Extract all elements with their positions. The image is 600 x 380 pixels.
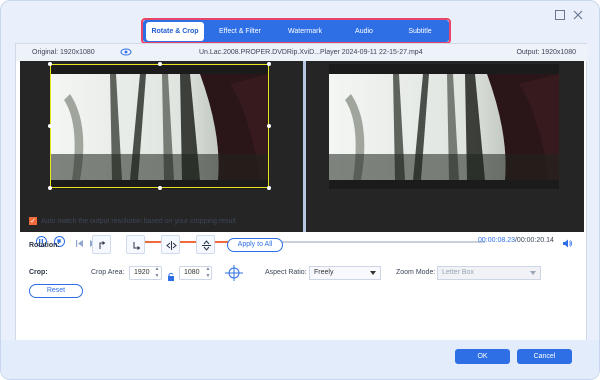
flip-vertical-button[interactable] [196,235,215,254]
editor-panel: Original: 1920x1080 Un.Lac.2008.PROPER.D… [15,43,588,368]
aspect-ratio-select[interactable]: Freely [309,266,381,280]
chevron-down-icon [530,271,536,275]
auto-match-option[interactable]: ✓ Auto match the output resolution based… [29,217,236,225]
aspect-ratio-label: Aspect Ratio: [265,269,307,276]
crop-handle-bottom-right[interactable] [267,186,271,190]
preview-divider [303,61,306,232]
rotate-left-button[interactable] [92,235,111,254]
flip-horizontal-button[interactable] [161,235,180,254]
ok-button[interactable]: OK [455,349,510,364]
dialog-window: Rotate & Crop Effect & Filter Watermark … [0,0,600,380]
minimize-icon[interactable] [553,9,567,23]
cancel-button[interactable]: Cancel [517,349,572,364]
crop-handle-bottom-left[interactable] [48,186,52,190]
output-resolution: Output: 1920x1080 [516,49,576,56]
lock-icon[interactable] [167,268,175,286]
crop-area-label: Crop Area: [91,269,125,276]
total-time: /00:00:20.14 [514,237,554,244]
file-name: Un.Lac.2008.PROPER.DVDRip.XviD...Player … [199,49,423,56]
crop-handle-left[interactable] [48,124,52,128]
rotation-label: Rotation: [29,242,60,249]
timeline-slider[interactable] [128,238,485,245]
zoom-mode-value: Letter Box [442,269,474,276]
volume-icon[interactable] [562,236,573,248]
output-video-frame [329,64,559,189]
auto-match-checkbox[interactable]: ✓ [29,217,37,225]
aspect-ratio-value: Freely [314,269,334,276]
original-resolution: Original: 1920x1080 [32,49,95,56]
crop-handle-right[interactable] [267,124,271,128]
crop-height-stepper[interactable]: ▲ ▼ [204,266,212,280]
info-bar: Original: 1920x1080 Un.Lac.2008.PROPER.D… [16,44,588,61]
eye-icon[interactable] [120,47,132,57]
video-preview [20,61,584,232]
rotate-right-button[interactable] [126,235,145,254]
close-icon[interactable] [571,9,585,23]
crop-handle-top-left[interactable] [48,62,52,66]
zoom-mode-select: Letter Box [437,266,541,280]
crop-handle-bottom[interactable] [158,186,162,190]
current-time: 00:00:08.23 [478,237,515,244]
crop-label: Crop: [29,269,48,276]
tabs-highlight-box [141,18,451,44]
chevron-down-icon [370,271,376,275]
zoom-mode-label: Zoom Mode: [396,269,436,276]
apply-to-all-button[interactable]: Apply to All [227,238,283,252]
crop-selection-box[interactable] [48,62,271,190]
auto-match-label: Auto match the output resolution based o… [41,217,236,225]
footer-bar [1,340,599,379]
center-crop-icon[interactable] [223,264,245,282]
crop-width-stepper[interactable]: ▲ ▼ [153,266,161,280]
crop-handle-top[interactable] [158,62,162,66]
crop-handle-top-right[interactable] [267,62,271,66]
time-display: 00:00:08.23/00:00:20.14 [478,237,554,244]
reset-button[interactable]: Reset [29,284,83,298]
previous-frame-icon[interactable] [74,236,85,254]
